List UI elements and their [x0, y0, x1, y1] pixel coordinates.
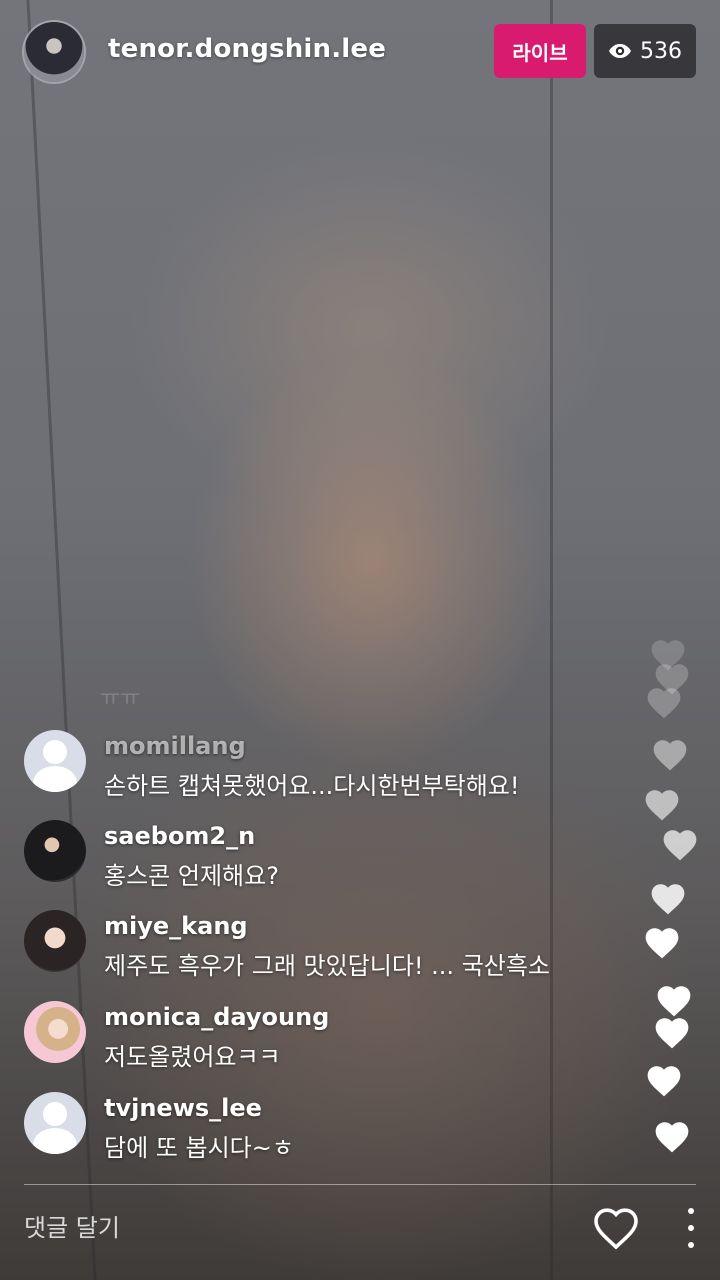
- heart-outline-icon[interactable]: [590, 1204, 642, 1252]
- comment-item: miye_kang 제주도 흑우가 그래 맛있답니다! ... 국산흑소: [24, 910, 644, 980]
- floating-heart-icon: [642, 786, 682, 822]
- viewer-count-badge[interactable]: 536: [594, 24, 696, 78]
- floating-heart-icon: [652, 1014, 692, 1050]
- floating-heart-icon: [644, 1062, 684, 1098]
- wall-seam: [26, 0, 97, 1280]
- default-avatar[interactable]: [24, 730, 86, 792]
- live-badge: 라이브: [494, 24, 586, 78]
- comment-username[interactable]: saebom2_n: [104, 822, 255, 850]
- comment-text: 손하트 캡쳐못했어요...다시한번부탁해요!: [104, 772, 520, 800]
- wall-seam: [550, 0, 553, 1280]
- host-avatar[interactable]: [24, 22, 84, 82]
- host-username[interactable]: tenor.dongshin.lee: [108, 34, 386, 64]
- bottom-divider: [24, 1184, 696, 1185]
- live-stream-screen: tenor.dongshin.lee 라이브 536 ㅠㅠ momillang …: [0, 0, 720, 1280]
- vertical-dots-icon[interactable]: [676, 1208, 706, 1248]
- comment-username[interactable]: tvjnews_lee: [104, 1094, 262, 1122]
- photo-avatar[interactable]: [24, 820, 86, 882]
- viewer-count: 536: [640, 38, 682, 64]
- floating-heart-icon: [660, 826, 700, 862]
- dot: [688, 1225, 694, 1231]
- faded-comment: ㅠㅠ: [100, 686, 141, 711]
- floating-heart-icon: [650, 736, 690, 772]
- floating-heart-icon: [654, 982, 694, 1018]
- comment-text: 홍스콘 언제해요?: [104, 862, 279, 890]
- comment-input[interactable]: 댓글 달기: [24, 1206, 564, 1250]
- comment-text: 담에 또 봅시다~ㅎ: [104, 1134, 294, 1162]
- comment-username[interactable]: momillang: [104, 732, 246, 760]
- dot: [688, 1208, 694, 1214]
- photo-avatar[interactable]: [24, 910, 86, 972]
- floating-heart-icon: [648, 880, 688, 916]
- comment-text: 제주도 흑우가 그래 맛있답니다! ... 국산흑소: [104, 952, 551, 980]
- comment-text: 저도올렸어요ㅋㅋ: [104, 1043, 281, 1071]
- dot: [688, 1242, 694, 1248]
- comment-item: monica_dayoung 저도올렸어요ㅋㅋ: [24, 1001, 644, 1071]
- floating-heart-icon: [642, 924, 682, 960]
- eye-icon: [609, 44, 631, 58]
- comment-username[interactable]: monica_dayoung: [104, 1003, 329, 1031]
- floating-heart-icon: [652, 1118, 692, 1154]
- floating-heart-icon: [644, 684, 684, 720]
- comment-username[interactable]: miye_kang: [104, 912, 248, 940]
- comment-item: momillang 손하트 캡쳐못했어요...다시한번부탁해요!: [24, 730, 644, 800]
- comment-item: tvjnews_lee 담에 또 봅시다~ㅎ: [24, 1092, 644, 1162]
- default-avatar[interactable]: [24, 1092, 86, 1154]
- photo-avatar[interactable]: [24, 1001, 86, 1063]
- comment-item: saebom2_n 홍스콘 언제해요?: [24, 820, 644, 890]
